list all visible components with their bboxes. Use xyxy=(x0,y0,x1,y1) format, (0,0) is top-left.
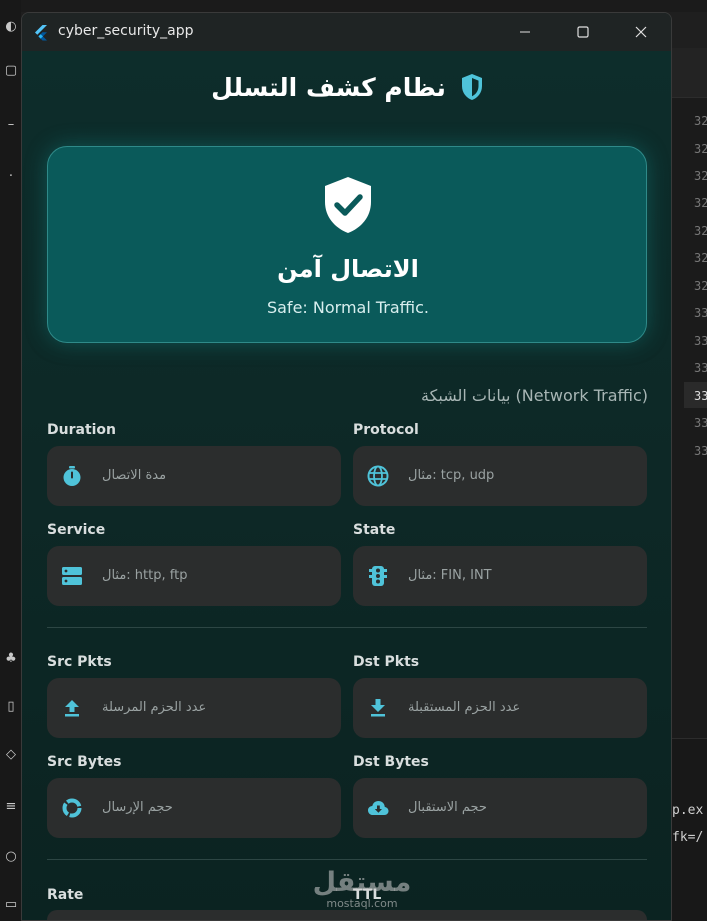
background-icon: – xyxy=(7,117,15,132)
background-editor: 32 32 32 32 32 32 32 33 33 33 33 33 33 p… xyxy=(672,48,707,921)
background-line-number: 32 xyxy=(694,169,707,183)
background-line-number: 32 xyxy=(694,279,707,293)
watermark-logo-text: مستقل xyxy=(312,867,412,898)
background-icon: ≡ xyxy=(5,799,17,814)
rate-input-partial[interactable] xyxy=(47,910,647,920)
watermark: مستقل mostaql.com xyxy=(312,867,412,911)
section-title: بيانات الشبكة (Network Traffic) xyxy=(421,386,648,405)
src-bytes-label: Src Bytes xyxy=(47,754,122,770)
src-bytes-placeholder: حجم الإرسال xyxy=(102,800,173,815)
rate-label: Rate xyxy=(47,887,84,903)
background-icon: ▢ xyxy=(4,63,18,78)
app-window: cyber_security_app نظام كشف التسلل الاتص… xyxy=(21,12,672,921)
background-icon: ▯ xyxy=(7,699,15,714)
close-icon xyxy=(635,26,647,38)
background-tab-strip xyxy=(672,48,707,98)
minimize-button[interactable] xyxy=(502,13,548,51)
globe-icon xyxy=(367,465,389,487)
background-top-bar xyxy=(21,0,707,12)
background-line-number: 32 xyxy=(694,224,707,238)
background-icon: · xyxy=(8,169,14,184)
src-pkts-label: Src Pkts xyxy=(47,654,112,670)
server-icon xyxy=(62,567,82,585)
page-title: نظام كشف التسلل xyxy=(211,72,446,102)
state-input[interactable]: مثال: FIN, INT xyxy=(353,546,647,606)
dst-bytes-label: Dst Bytes xyxy=(353,754,429,770)
status-subtitle: Safe: Normal Traffic. xyxy=(266,298,430,317)
upload-icon xyxy=(65,700,79,717)
app-content: نظام كشف التسلل الاتصال آمن Safe: Normal… xyxy=(22,51,671,920)
background-line-number: 32 xyxy=(694,142,707,156)
background-line-number: 33 xyxy=(694,361,707,375)
dst-bytes-placeholder: حجم الاستقبال xyxy=(408,800,487,815)
status-title: الاتصال آمن xyxy=(277,255,419,283)
service-input[interactable]: مثال: http, ftp xyxy=(47,546,341,606)
dst-pkts-label: Dst Pkts xyxy=(353,654,420,670)
state-placeholder: مثال: FIN, INT xyxy=(408,568,492,583)
background-icon: ▭ xyxy=(4,897,18,912)
background-icon: ○ xyxy=(5,849,17,864)
background-terminal-line: p.ex xyxy=(672,803,704,818)
protocol-placeholder: مثال: tcp, udp xyxy=(408,468,495,483)
background-line-number: 33 xyxy=(694,416,707,430)
background-terminal-line: fk=/ xyxy=(672,830,704,845)
protocol-input[interactable]: مثال: tcp, udp xyxy=(353,446,647,506)
background-icon: ◐ xyxy=(5,19,17,34)
dst-pkts-placeholder: عدد الحزم المستقبلة xyxy=(408,700,521,715)
duration-label: Duration xyxy=(47,422,117,438)
maximize-button[interactable] xyxy=(560,13,606,51)
src-pkts-input[interactable]: عدد الحزم المرسلة xyxy=(47,678,341,738)
watermark-url: mostaql.com xyxy=(326,897,398,910)
service-label: Service xyxy=(47,522,106,538)
title-bar[interactable]: cyber_security_app xyxy=(22,13,671,51)
donut-chart-icon xyxy=(62,798,82,818)
section-divider xyxy=(47,627,647,628)
download-icon xyxy=(371,699,385,717)
src-bytes-input[interactable]: حجم الإرسال xyxy=(47,778,341,838)
service-placeholder: مثال: http, ftp xyxy=(102,568,188,583)
dst-pkts-input[interactable]: عدد الحزم المستقبلة xyxy=(353,678,647,738)
cloud-download-icon xyxy=(368,801,389,815)
background-line-number: 32 xyxy=(694,114,707,128)
background-activity-bar: ◐ ▢ – · ♣ ▯ ◇ ≡ ○ ▭ xyxy=(0,0,21,921)
close-button[interactable] xyxy=(618,13,664,51)
background-line-number: 33 xyxy=(694,389,707,403)
background-line-number: 33 xyxy=(694,444,707,458)
window-title: cyber_security_app xyxy=(58,23,194,39)
duration-placeholder: مدة الاتصال xyxy=(102,468,167,483)
background-icon: ♣ xyxy=(5,651,17,666)
section-divider xyxy=(47,859,647,860)
minimize-icon xyxy=(520,31,530,33)
shield-check-icon xyxy=(325,177,371,233)
background-line-number: 32 xyxy=(694,196,707,210)
shield-half-icon xyxy=(461,74,482,100)
background-icon: ◇ xyxy=(6,747,16,762)
background-line-number: 32 xyxy=(694,251,707,265)
timer-icon xyxy=(63,466,81,486)
src-pkts-placeholder: عدد الحزم المرسلة xyxy=(102,700,207,715)
state-label: State xyxy=(353,522,396,538)
dst-bytes-input[interactable]: حجم الاستقبال xyxy=(353,778,647,838)
background-line-number: 33 xyxy=(694,334,707,348)
background-line-number: 33 xyxy=(694,306,707,320)
traffic-light-icon xyxy=(369,566,387,586)
protocol-label: Protocol xyxy=(353,422,419,438)
duration-input[interactable]: مدة الاتصال xyxy=(47,446,341,506)
app-header: نظام كشف التسلل xyxy=(22,67,671,107)
background-terminal: p.ex fk=/ xyxy=(672,738,707,921)
status-card: الاتصال آمن Safe: Normal Traffic. xyxy=(47,146,647,343)
flutter-logo-icon xyxy=(35,25,47,41)
maximize-icon xyxy=(577,26,589,38)
